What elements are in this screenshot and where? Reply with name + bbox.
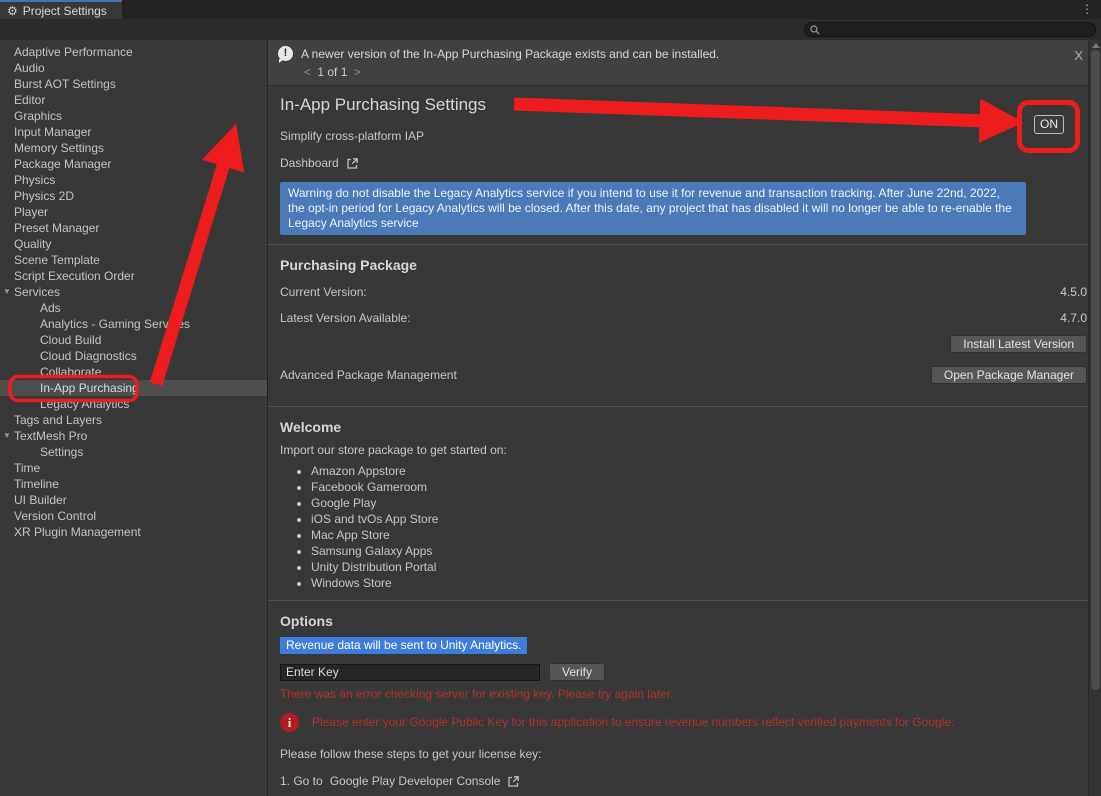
google-key-error-text: Please enter your Google Public Key for … xyxy=(312,715,954,729)
server-error-text: There was an error checking server for e… xyxy=(280,687,1087,701)
open-package-manager-button[interactable]: Open Package Manager xyxy=(931,366,1087,384)
current-version-value: 4.5.0 xyxy=(1060,285,1087,299)
pager-next-button[interactable]: > xyxy=(351,65,364,79)
legacy-analytics-warning: Warning do not disable the Legacy Analyt… xyxy=(280,182,1026,235)
sidebar-item-collaborate[interactable]: Collaborate xyxy=(0,364,267,380)
gear-icon: ⚙ xyxy=(7,5,18,17)
sidebar-item-textmeshpro-settings[interactable]: Settings xyxy=(0,444,267,460)
settings-sidebar: Adaptive Performance Audio Burst AOT Set… xyxy=(0,40,267,796)
section-divider xyxy=(268,600,1101,601)
sidebar-item-xr-plugin-management[interactable]: XR Plugin Management xyxy=(0,524,267,540)
sidebar-item-input-manager[interactable]: Input Manager xyxy=(0,124,267,140)
sidebar-item-label: Services xyxy=(14,285,60,299)
store-list-item: Facebook Gameroom xyxy=(311,479,1087,495)
sidebar-item-physics-2d[interactable]: Physics 2D xyxy=(0,188,267,204)
pager-label: 1 of 1 xyxy=(317,65,347,79)
step1-prefix: 1. Go to xyxy=(280,774,323,788)
chevron-down-icon[interactable]: ▼ xyxy=(1,428,13,444)
dashboard-link[interactable]: Dashboard xyxy=(280,156,359,170)
store-list-item: Samsung Galaxy Apps xyxy=(311,543,1087,559)
dashboard-link-label: Dashboard xyxy=(280,156,339,170)
sidebar-item-version-control[interactable]: Version Control xyxy=(0,508,267,524)
store-list-item: iOS and tvOs App Store xyxy=(311,511,1087,527)
search-icon xyxy=(810,25,820,35)
sidebar-item-label: TextMesh Pro xyxy=(14,429,87,443)
external-link-icon xyxy=(346,157,359,170)
purchasing-package-heading: Purchasing Package xyxy=(280,257,1087,273)
sidebar-item-package-manager[interactable]: Package Manager xyxy=(0,156,267,172)
search-box[interactable] xyxy=(804,22,1096,37)
store-list: Amazon Appstore Facebook Gameroom Google… xyxy=(280,463,1087,591)
chevron-down-icon[interactable]: ▼ xyxy=(1,284,13,300)
sidebar-item-physics[interactable]: Physics xyxy=(0,172,267,188)
external-link-icon xyxy=(507,775,520,788)
sidebar-item-adaptive-performance[interactable]: Adaptive Performance xyxy=(0,44,267,60)
google-play-console-link[interactable]: Google Play Developer Console xyxy=(330,774,501,788)
update-notification-banner: ! A newer version of the In-App Purchasi… xyxy=(268,40,1101,86)
toolbar xyxy=(0,19,1101,40)
title-bar: ⚙ Project Settings ⋮ xyxy=(0,0,1101,19)
sidebar-item-graphics[interactable]: Graphics xyxy=(0,108,267,124)
section-divider xyxy=(268,244,1101,245)
store-list-item: Amazon Appstore xyxy=(311,463,1087,479)
sidebar-item-textmesh-pro[interactable]: ▼TextMesh Pro xyxy=(0,428,267,444)
search-input[interactable] xyxy=(824,23,1090,37)
sidebar-item-time[interactable]: Time xyxy=(0,460,267,476)
verify-button[interactable]: Verify xyxy=(549,663,605,681)
notification-message: A newer version of the In-App Purchasing… xyxy=(301,47,719,61)
store-list-item: Mac App Store xyxy=(311,527,1087,543)
page-subtitle: Simplify cross-platform IAP xyxy=(280,129,1087,143)
sidebar-item-in-app-purchasing[interactable]: In-App Purchasing xyxy=(0,380,267,396)
scroll-up-arrow-icon[interactable] xyxy=(1092,43,1100,48)
license-key-input[interactable] xyxy=(280,664,540,681)
alert-bubble-icon: ! xyxy=(278,46,293,61)
install-latest-version-button[interactable]: Install Latest Version xyxy=(950,335,1087,353)
welcome-heading: Welcome xyxy=(280,419,1087,435)
welcome-intro: Import our store package to get started … xyxy=(280,443,1087,457)
error-info-icon: i xyxy=(280,713,299,732)
license-steps-intro: Please follow these steps to get your li… xyxy=(280,747,1087,761)
main-panel: ! A newer version of the In-App Purchasi… xyxy=(267,40,1101,796)
latest-version-value: 4.7.0 xyxy=(1060,311,1087,325)
sidebar-item-ads[interactable]: Ads xyxy=(0,300,267,316)
sidebar-item-timeline[interactable]: Timeline xyxy=(0,476,267,492)
pager-prev-button[interactable]: < xyxy=(301,65,314,79)
sidebar-item-scene-template[interactable]: Scene Template xyxy=(0,252,267,268)
analytics-notice-badge: Revenue data will be sent to Unity Analy… xyxy=(280,637,527,654)
latest-version-label: Latest Version Available: xyxy=(280,311,411,325)
store-list-item: Unity Distribution Portal xyxy=(311,559,1087,575)
sidebar-item-preset-manager[interactable]: Preset Manager xyxy=(0,220,267,236)
scrollbar-thumb[interactable] xyxy=(1091,50,1100,690)
sidebar-item-ui-builder[interactable]: UI Builder xyxy=(0,492,267,508)
page-title: In-App Purchasing Settings xyxy=(280,95,1087,115)
vertical-scrollbar[interactable] xyxy=(1088,40,1101,796)
sidebar-item-legacy-analytics[interactable]: Legacy Analytics xyxy=(0,396,267,412)
sidebar-item-cloud-diagnostics[interactable]: Cloud Diagnostics xyxy=(0,348,267,364)
sidebar-item-analytics-gaming-services[interactable]: Analytics - Gaming Services xyxy=(0,316,267,332)
options-heading: Options xyxy=(280,613,1087,629)
tab-label: Project Settings xyxy=(23,4,107,18)
sidebar-item-tags-and-layers[interactable]: Tags and Layers xyxy=(0,412,267,428)
settings-content: In-App Purchasing Settings Simplify cros… xyxy=(268,86,1101,796)
notification-pager: < 1 of 1 > xyxy=(301,65,1091,79)
tab-project-settings[interactable]: ⚙ Project Settings xyxy=(0,0,122,19)
sidebar-item-editor[interactable]: Editor xyxy=(0,92,267,108)
sidebar-item-quality[interactable]: Quality xyxy=(0,236,267,252)
sidebar-item-audio[interactable]: Audio xyxy=(0,60,267,76)
project-settings-window: ⚙ Project Settings ⋮ Adaptive Performanc… xyxy=(0,0,1101,796)
sidebar-item-burst-aot-settings[interactable]: Burst AOT Settings xyxy=(0,76,267,92)
advanced-package-management-label: Advanced Package Management xyxy=(280,368,457,382)
sidebar-item-player[interactable]: Player xyxy=(0,204,267,220)
sidebar-item-cloud-build[interactable]: Cloud Build xyxy=(0,332,267,348)
sidebar-item-script-execution-order[interactable]: Script Execution Order xyxy=(0,268,267,284)
sidebar-item-services[interactable]: ▼Services xyxy=(0,284,267,300)
current-version-label: Current Version: xyxy=(280,285,367,299)
kebab-menu-icon[interactable]: ⋮ xyxy=(1073,0,1101,19)
sidebar-item-memory-settings[interactable]: Memory Settings xyxy=(0,140,267,156)
section-divider xyxy=(268,406,1101,407)
store-list-item: Windows Store xyxy=(311,575,1087,591)
close-icon[interactable]: X xyxy=(1070,46,1087,65)
store-list-item: Google Play xyxy=(311,495,1087,511)
